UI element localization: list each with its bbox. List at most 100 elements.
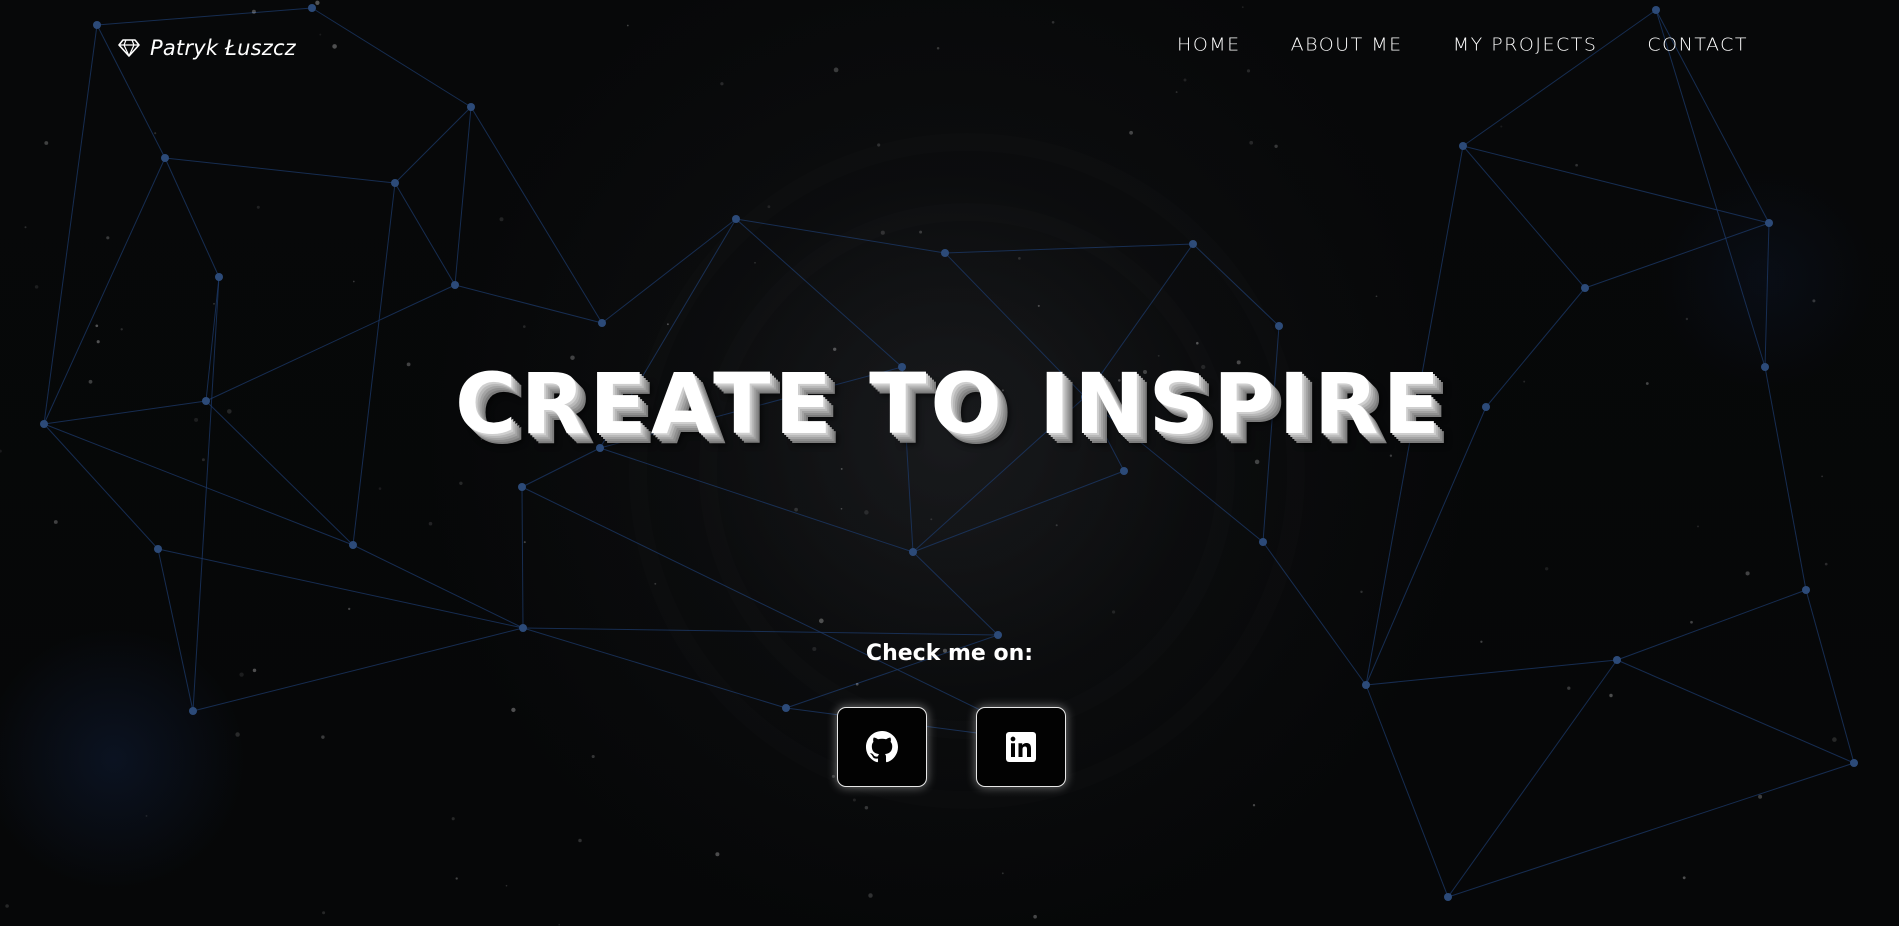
star-particle	[1252, 804, 1256, 807]
network-node	[349, 541, 357, 549]
star-particle	[1609, 693, 1613, 698]
network-link	[521, 447, 601, 488]
network-link	[454, 106, 472, 286]
star-particle	[1129, 130, 1133, 135]
star-particle	[322, 911, 326, 915]
network-node	[941, 249, 949, 257]
network-link	[157, 548, 194, 712]
star-particle	[1824, 562, 1828, 566]
github-icon	[866, 731, 898, 763]
star-particle	[24, 226, 27, 229]
network-link	[1584, 222, 1770, 289]
star-particle	[1697, 525, 1699, 528]
network-link	[601, 218, 737, 324]
nav-home[interactable]: Home	[1177, 35, 1241, 55]
network-link	[912, 470, 1125, 553]
star-particle	[256, 205, 260, 209]
hero-section: Patryk Łuszcz Home About me My projects …	[0, 0, 1899, 926]
star-particle	[451, 817, 455, 821]
nav-contact[interactable]: Contact	[1647, 35, 1748, 55]
network-node	[467, 103, 475, 111]
network-node	[161, 154, 169, 162]
star-particle	[106, 236, 110, 240]
network-link	[394, 106, 472, 184]
network-node	[1362, 681, 1370, 689]
network-node	[215, 273, 223, 281]
star-particle	[1812, 299, 1816, 303]
network-node	[189, 707, 197, 715]
network-link	[454, 284, 603, 324]
network-node	[732, 215, 740, 223]
network-link	[522, 627, 787, 709]
star-particle	[818, 618, 824, 624]
star-particle	[459, 481, 463, 486]
github-button[interactable]	[837, 707, 927, 787]
network-link	[352, 544, 524, 629]
network-node	[1275, 322, 1283, 330]
star-particle	[877, 143, 881, 147]
network-node	[154, 545, 162, 553]
star-particle	[767, 205, 771, 209]
star-particle	[352, 280, 355, 283]
star-particle	[833, 347, 837, 351]
star-particle	[868, 893, 873, 898]
network-node	[391, 179, 399, 187]
network-link	[1805, 589, 1855, 764]
star-particle	[666, 323, 669, 326]
star-particle	[1685, 317, 1689, 321]
star-particle	[1274, 144, 1278, 148]
star-particle	[5, 904, 9, 908]
network-link	[521, 486, 1047, 743]
star-particle	[145, 814, 148, 817]
social-label: Check me on:	[865, 641, 1034, 666]
network-node	[1765, 219, 1773, 227]
star-particle	[591, 754, 595, 759]
star-particle	[1682, 876, 1686, 880]
star-particle	[864, 510, 869, 515]
star-particle	[1575, 163, 1578, 167]
star-particle	[930, 518, 933, 521]
logo[interactable]: Patryk Łuszcz	[118, 36, 296, 60]
star-particle	[96, 340, 100, 344]
network-link	[599, 447, 914, 553]
star-particle	[428, 521, 433, 526]
star-particle	[1375, 295, 1378, 298]
network-node	[1120, 467, 1128, 475]
network-link	[1616, 659, 1855, 764]
star-particle	[852, 798, 856, 802]
network-node	[1581, 284, 1589, 292]
network-node	[1189, 240, 1197, 248]
star-particle	[840, 507, 843, 510]
network-link	[735, 218, 946, 254]
star-particle	[1033, 914, 1037, 919]
nav-my-projects[interactable]: My projects	[1453, 35, 1598, 55]
network-node	[1802, 586, 1810, 594]
star-particle	[95, 324, 99, 328]
star-particle	[523, 541, 526, 544]
star-particle	[154, 132, 157, 135]
star-particle	[1037, 304, 1040, 307]
network-link	[735, 218, 903, 368]
linkedin-button[interactable]	[976, 707, 1066, 787]
network-link	[164, 157, 220, 278]
logo-text: Patryk Łuszcz	[150, 36, 296, 60]
star-particle	[1832, 737, 1837, 742]
star-particle	[855, 682, 859, 686]
star-particle	[44, 141, 49, 145]
network-node	[909, 548, 917, 556]
network-link	[521, 486, 524, 629]
star-particle	[321, 735, 325, 739]
star-particle	[864, 806, 869, 810]
network-link	[944, 243, 1194, 254]
star-particle	[1055, 524, 1058, 527]
star-particle	[1196, 341, 1199, 345]
star-particle	[1360, 590, 1363, 594]
network-node	[1459, 142, 1467, 150]
network-node	[994, 631, 1002, 639]
star-particle	[235, 732, 240, 737]
star-particle	[1567, 686, 1571, 690]
network-node	[451, 281, 459, 289]
nav-about-me[interactable]: About me	[1291, 35, 1403, 55]
star-particle	[1690, 620, 1693, 624]
diamond-icon	[118, 38, 140, 58]
